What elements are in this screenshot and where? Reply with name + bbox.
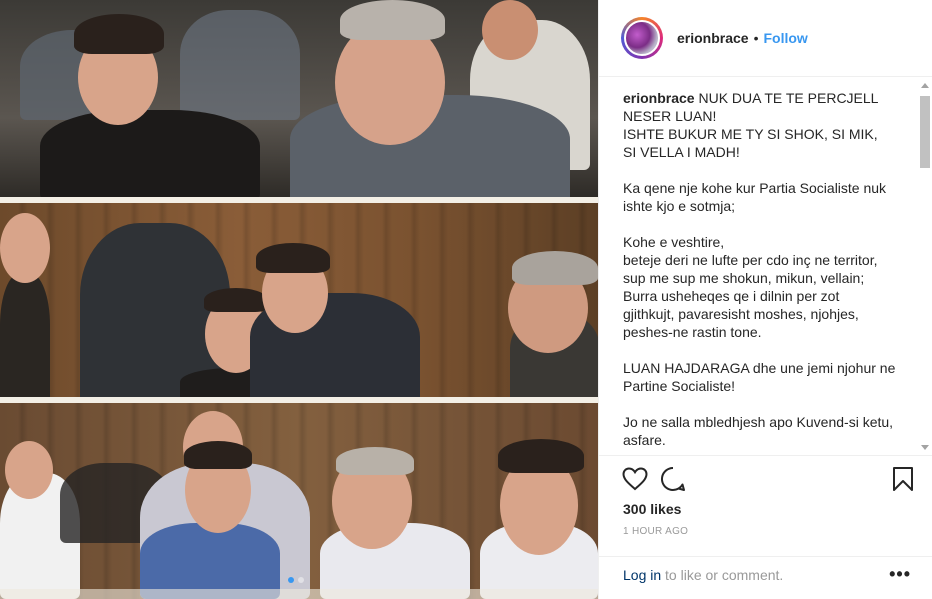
- photo-strip-top: [0, 0, 598, 197]
- post-side-panel: erionbrace • Follow erionbrace NUK DUA T…: [598, 0, 932, 599]
- background-figure: [180, 10, 300, 120]
- follow-button[interactable]: Follow: [764, 30, 808, 46]
- caption-username[interactable]: erionbrace: [623, 90, 695, 106]
- scroll-up-arrow-icon[interactable]: [921, 83, 929, 88]
- person-body: [140, 523, 280, 599]
- scroll-thumb[interactable]: [920, 96, 930, 168]
- person-hair: [512, 251, 598, 285]
- photo-strip-bottom: [0, 403, 598, 599]
- caption-paragraph: Ka qene nje kohe kur Partia Socialiste n…: [623, 180, 887, 214]
- login-prompt: Log in to like or comment.: [623, 567, 783, 583]
- more-options-icon[interactable]: •••: [889, 564, 911, 585]
- like-button[interactable]: [621, 465, 649, 493]
- avatar-story-ring[interactable]: [621, 17, 663, 59]
- person-body: [0, 273, 50, 397]
- caption-paragraph: LUAN HAJDARAGA dhe une jemi njohur ne Pa…: [623, 360, 896, 394]
- table-edge: [0, 589, 598, 599]
- caption-gap: [623, 161, 915, 179]
- person-hair: [498, 439, 584, 473]
- login-link[interactable]: Log in: [623, 567, 661, 583]
- photo-strip-middle: [0, 203, 598, 397]
- person-hair: [184, 441, 252, 469]
- person-head: [482, 0, 538, 60]
- comment-button[interactable]: [659, 465, 687, 493]
- avatar[interactable]: [624, 20, 660, 56]
- login-prompt-text: to like or comment.: [661, 567, 784, 583]
- person-hair: [340, 0, 445, 40]
- caption-paragraph: Jo ne salla mbledhjesh apo Kuvend-si ket…: [623, 414, 894, 448]
- scroll-down-arrow-icon[interactable]: [921, 445, 929, 450]
- caption-gap: [623, 341, 915, 359]
- heart-icon: [622, 467, 648, 491]
- post-header: erionbrace • Follow: [599, 0, 932, 77]
- post-timestamp[interactable]: 1 HOUR AGO: [623, 526, 688, 537]
- header-username[interactable]: erionbrace: [677, 30, 749, 46]
- person-hair: [256, 243, 330, 273]
- person-head: [0, 213, 50, 283]
- save-button[interactable]: [889, 465, 917, 493]
- carousel-dot: [298, 577, 304, 583]
- person-hair: [204, 288, 268, 312]
- post-image[interactable]: [0, 0, 598, 599]
- caption-gap: [623, 395, 915, 413]
- header-separator: •: [753, 30, 759, 46]
- carousel-indicator: [288, 577, 304, 583]
- person-hair: [336, 447, 414, 475]
- caption-gap: [623, 215, 915, 233]
- caption-scrollbar[interactable]: [917, 78, 932, 454]
- caption-paragraph: Kohe e veshtire, beteje deri ne lufte pe…: [623, 234, 878, 340]
- person-body: [40, 110, 260, 197]
- carousel-dot-active: [288, 577, 294, 583]
- likes-count[interactable]: 300 likes: [623, 501, 681, 517]
- action-icons: [621, 464, 917, 494]
- person-hair: [74, 14, 164, 54]
- caption: erionbrace NUK DUA TE TE PERCJELL NESER …: [623, 89, 915, 451]
- person-head: [5, 441, 53, 499]
- comment-icon: [661, 466, 685, 491]
- comment-bar: Log in to like or comment. •••: [599, 556, 932, 599]
- post-actions: 300 likes 1 HOUR AGO Log in to like or c…: [599, 455, 932, 599]
- bookmark-icon: [893, 467, 913, 491]
- caption-paragraph: erionbrace NUK DUA TE TE PERCJELL NESER …: [623, 89, 915, 161]
